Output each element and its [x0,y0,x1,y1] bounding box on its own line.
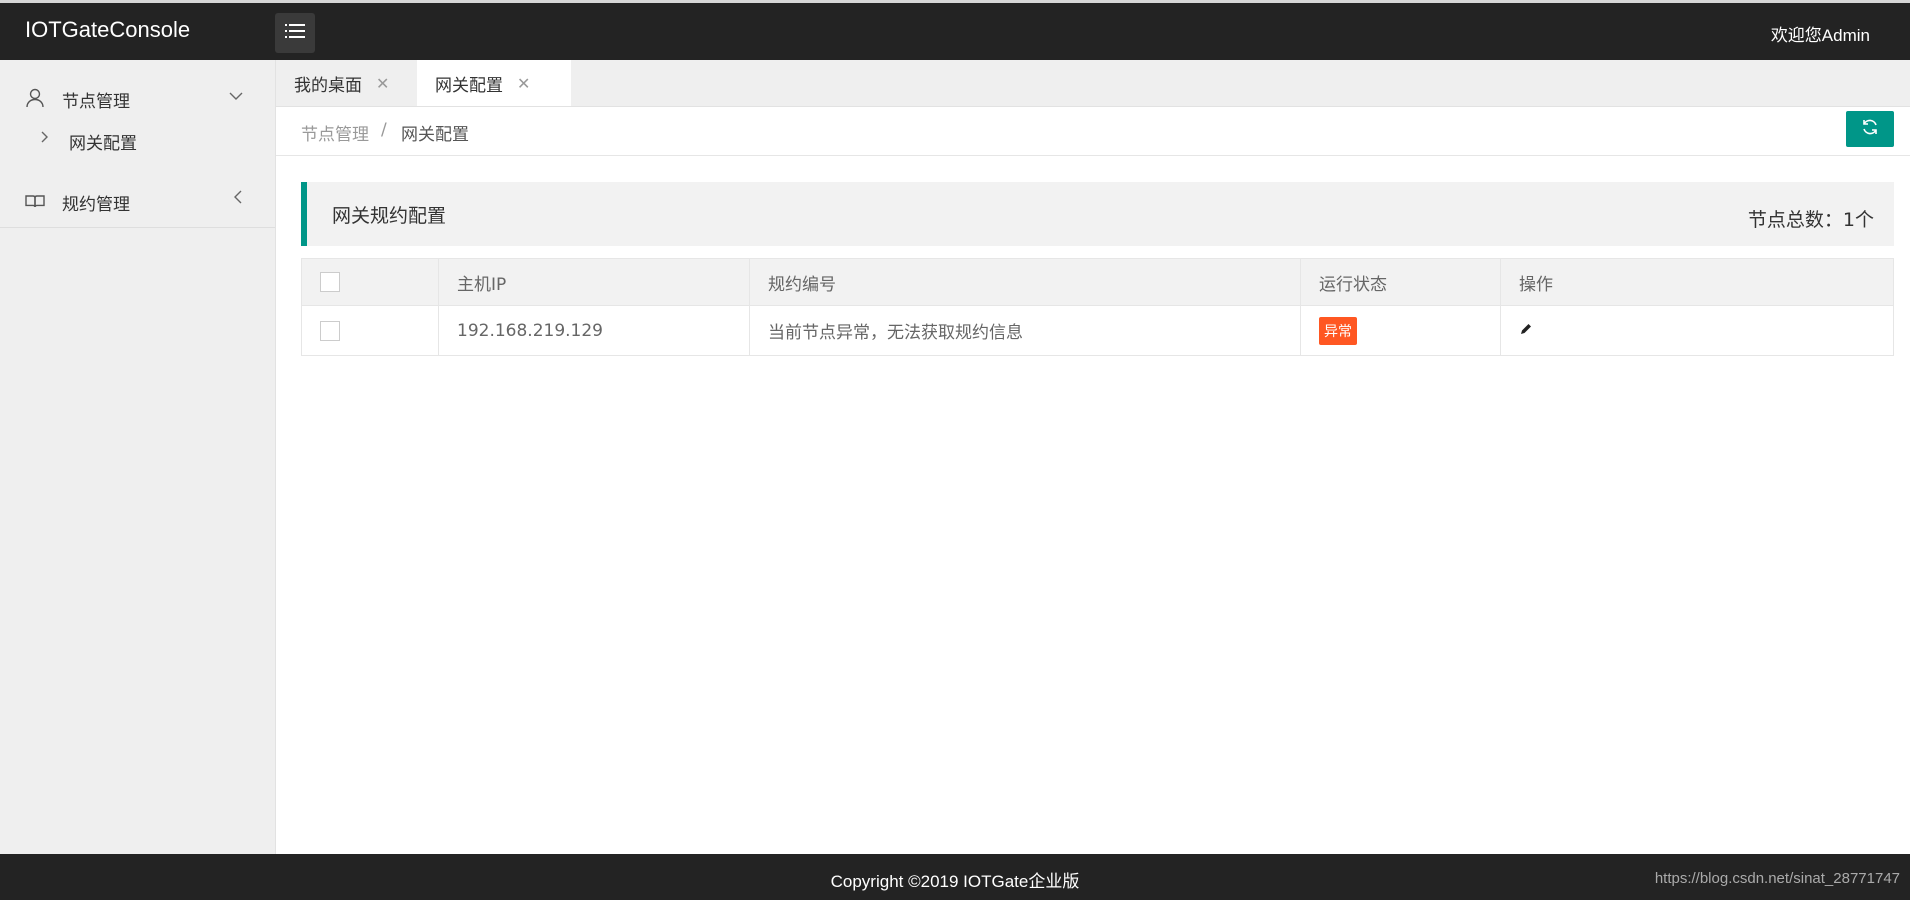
breadcrumb-parent[interactable]: 节点管理 [301,120,369,145]
breadcrumb-separator: / [381,120,387,140]
row-checkbox[interactable] [320,320,340,341]
column-header-action: 操作 [1500,258,1894,306]
column-header-ip[interactable]: 主机IP [438,258,750,306]
table-header-row: 主机IP 规约编号 运行状态 操作 [301,258,1894,306]
app-title: IOTGateConsole [25,17,191,42]
breadcrumb-current: 网关配置 [401,125,469,145]
sidebar-subitem-gateway-config[interactable]: 网关配置 [0,120,275,160]
sidebar-item-label: 规约管理 [62,195,130,215]
status-badge: 异常 [1319,316,1357,345]
watermark-text: https://blog.csdn.net/sinat_28771747 [1654,870,1900,887]
sidebar-item-node-management[interactable]: 节点管理 [0,72,275,124]
sidebar-item-label: 节点管理 [62,92,130,112]
copyright-text: Copyright ©2019 IOTGate企业版 [830,872,1080,891]
edit-icon[interactable] [1519,321,1533,341]
refresh-icon [1861,118,1879,140]
chevron-left-icon [233,189,243,208]
column-header-status[interactable]: 运行状态 [1300,258,1501,306]
cell-ip: 192.168.219.129 [438,305,750,356]
sidebar-divider [0,227,275,228]
tab-gateway-config[interactable]: 网关配置 ✕ [417,60,571,106]
column-header-protocol[interactable]: 规约编号 [749,258,1301,306]
cell-action [1500,305,1894,356]
close-icon[interactable]: ✕ [517,74,530,93]
refresh-button[interactable] [1846,111,1894,147]
close-icon[interactable]: ✕ [376,74,389,93]
sidebar-subitem-label: 网关配置 [69,134,137,154]
select-all-checkbox[interactable] [320,272,340,292]
tab-label: 网关配置 [435,75,503,96]
sidebar-item-protocol-management[interactable]: 规约管理 [0,175,275,227]
chevron-right-icon [40,129,48,147]
menu-toggle-button[interactable] [275,13,315,53]
gateway-table: 主机IP 规约编号 运行状态 操作 192.168.219.129 当前节点异常… [301,258,1894,356]
row-select-cell [301,305,439,356]
cell-status: 异常 [1300,305,1501,356]
breadcrumb: 节点管理 / 网关配置 [276,107,1910,156]
tab-label: 我的桌面 [294,75,362,96]
user-welcome[interactable]: 欢迎您Admin [1771,21,1870,46]
footer: Copyright ©2019 IOTGate企业版 https://blog.… [0,854,1910,900]
chevron-down-icon [229,86,243,105]
select-all-cell [301,258,439,306]
user-icon [24,87,46,109]
sidebar: 节点管理 网关配置 规约管理 [0,60,276,854]
book-icon [24,190,46,212]
table-row: 192.168.219.129 当前节点异常，无法获取规约信息 异常 [301,305,1894,356]
panel-title: 网关规约配置 [332,205,447,227]
hamburger-icon [285,23,305,43]
top-navbar: IOTGateConsole 欢迎您Admin [0,3,1910,60]
node-count: 节点总数：1个 [1747,209,1874,231]
tabs-bar: 我的桌面 ✕ 网关配置 ✕ [276,60,1910,107]
cell-protocol: 当前节点异常，无法获取规约信息 [749,305,1301,356]
panel-header: 网关规约配置 节点总数：1个 [301,182,1894,246]
